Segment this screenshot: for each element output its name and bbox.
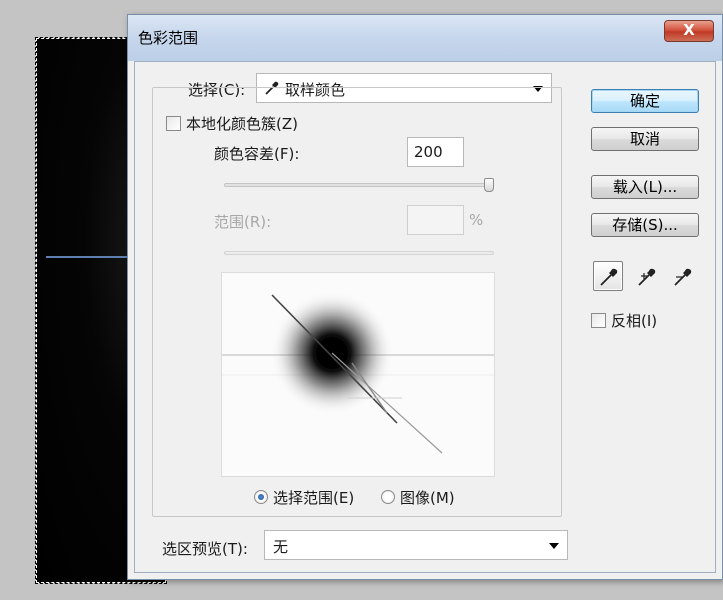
invert-checkbox[interactable] [591, 313, 606, 328]
localized-clusters-checkbox[interactable] [166, 116, 181, 131]
range-slider-track [224, 251, 494, 255]
save-button[interactable]: 存储(S)... [591, 213, 699, 237]
dialog-title: 色彩范围 [138, 29, 199, 47]
radio-image-label: 图像(M) [400, 489, 455, 507]
eyedropper-plus-icon [638, 268, 656, 286]
close-button[interactable]: X [664, 20, 714, 42]
eyedropper-icon [600, 268, 618, 286]
cancel-button[interactable]: 取消 [591, 127, 699, 151]
dialog-titlebar[interactable]: 色彩范围 X [128, 15, 722, 61]
color-range-dialog: 色彩范围 X 选择(C): 取样颜色 本地化颜色簇(Z) 颜色容差(F): 20… [127, 14, 723, 580]
eyedropper-minus-tool-button[interactable] [667, 261, 697, 291]
selection-preview-image [221, 272, 495, 477]
ok-button[interactable]: 确定 [591, 89, 699, 113]
chevron-down-icon [549, 543, 559, 549]
range-label: 范围(R): [214, 213, 272, 231]
selection-preview-label: 选区预览(T): [162, 540, 248, 558]
range-input[interactable] [407, 205, 464, 235]
fuzziness-input[interactable]: 200 [407, 137, 464, 167]
preview-flare-graphic [222, 273, 494, 476]
range-unit: % [469, 211, 484, 229]
selection-preview-value: 无 [273, 538, 289, 556]
fuzziness-label: 颜色容差(F): [214, 145, 300, 163]
load-button[interactable]: 载入(L)... [591, 175, 699, 199]
selection-preview-dropdown[interactable]: 无 [264, 530, 568, 560]
invert-label: 反相(I) [611, 312, 658, 330]
eyedropper-tool-button[interactable] [593, 261, 623, 291]
eyedropper-minus-icon [674, 268, 692, 286]
eyedropper-plus-tool-button[interactable] [631, 261, 661, 291]
radio-selection-mode[interactable] [254, 490, 268, 504]
radio-image-mode[interactable] [381, 490, 395, 504]
fuzziness-value: 200 [414, 143, 443, 161]
fuzziness-slider-track[interactable] [224, 183, 494, 187]
fuzziness-slider-thumb[interactable] [484, 178, 494, 192]
localized-clusters-label: 本地化颜色簇(Z) [186, 115, 298, 133]
radio-selection-label: 选择范围(E) [273, 489, 355, 507]
